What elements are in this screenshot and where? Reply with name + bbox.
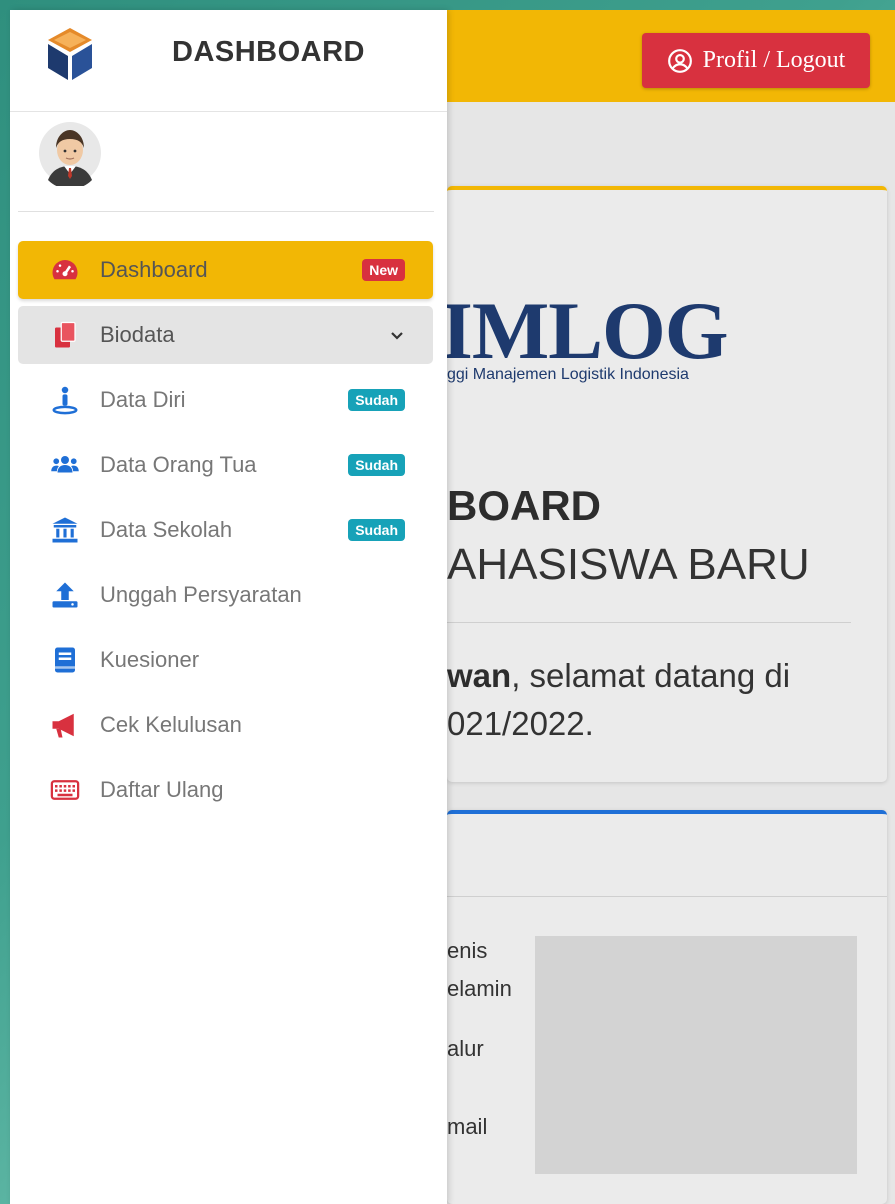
divider	[18, 211, 434, 212]
chevron-down-icon	[391, 332, 403, 340]
info-label: enis	[447, 938, 488, 963]
person-pin-icon	[48, 383, 82, 417]
sidebar-item-label: Data Sekolah	[100, 517, 233, 542]
sidebar-item-label: Kuesioner	[100, 647, 200, 672]
tachometer-icon	[48, 253, 82, 287]
keyboard-icon	[48, 773, 82, 807]
sidebar-item-biodata[interactable]: Biodata	[18, 306, 433, 364]
sidebar-item-label: Dashboard	[100, 257, 208, 282]
divider	[447, 896, 887, 897]
sidebar-item-data-diri[interactable]: Data Diri Sudah	[18, 371, 433, 429]
welcome-message: wan, selamat datang di 021/2022.	[447, 652, 790, 748]
sidebar-item-label: Data Orang Tua	[100, 452, 257, 477]
sidebar-item-label: Daftar Ulang	[100, 777, 224, 802]
users-icon	[48, 448, 82, 482]
status-badge: Sudah	[348, 389, 405, 411]
user-avatar[interactable]	[38, 120, 102, 186]
profile-info-card: enis elamin alur mail	[447, 810, 887, 1204]
welcome-text: , selamat datang di	[511, 657, 791, 694]
photo-placeholder	[535, 936, 857, 1174]
sidebar-item-unggah-persyaratan[interactable]: Unggah Persyaratan	[18, 566, 433, 624]
welcome-year: 021/2022.	[447, 705, 594, 742]
user-circle-icon	[667, 48, 692, 73]
sidebar-menu: Dashboard New Biodata Data Diri Sudah Da…	[18, 241, 433, 826]
copy-icon	[48, 318, 82, 352]
sidebar-item-daftar-ulang[interactable]: Daftar Ulang	[18, 761, 433, 819]
hero-subtitle: AHASISWA BARU	[447, 540, 810, 589]
brand-tagline: ggi Manajemen Logistik Indonesia	[447, 366, 689, 383]
profile-logout-label: Profil / Logout	[702, 47, 846, 73]
status-badge: Sudah	[348, 519, 405, 541]
divider	[447, 622, 851, 623]
welcome-card: IMLOG ggi Manajemen Logistik Indonesia B…	[447, 186, 887, 782]
sidebar-item-label: Biodata	[100, 322, 175, 347]
sidebar-title: DASHBOARD	[172, 36, 365, 68]
status-badge: Sudah	[348, 454, 405, 476]
welcome-name: wan	[447, 657, 512, 694]
book-icon	[48, 643, 82, 677]
sidebar-item-kuesioner[interactable]: Kuesioner	[18, 631, 433, 689]
sidebar: DASHBOARD Dashboard New Biodata Data Dir…	[10, 10, 447, 1204]
info-label: elamin	[447, 976, 512, 1001]
sidebar-item-data-sekolah[interactable]: Data Sekolah Sudah	[18, 501, 433, 559]
new-badge: New	[362, 259, 405, 281]
sidebar-item-cek-kelulusan[interactable]: Cek Kelulusan	[18, 696, 433, 754]
brand-logo-text: IMLOG	[447, 285, 729, 376]
university-icon	[48, 513, 82, 547]
sidebar-item-label: Unggah Persyaratan	[100, 582, 302, 607]
sidebar-item-label: Cek Kelulusan	[100, 712, 242, 737]
upload-icon	[48, 578, 82, 612]
bullhorn-icon	[48, 708, 82, 742]
hero-title: BOARD	[447, 482, 601, 529]
sidebar-header: DASHBOARD	[10, 10, 447, 112]
info-label: alur	[447, 1036, 484, 1061]
profile-logout-button[interactable]: Profil / Logout	[642, 33, 870, 88]
logo-icon[interactable]	[44, 26, 96, 84]
sidebar-item-dashboard[interactable]: Dashboard New	[18, 241, 433, 299]
info-label: mail	[447, 1114, 488, 1139]
sidebar-item-data-orang-tua[interactable]: Data Orang Tua Sudah	[18, 436, 433, 494]
sidebar-item-label: Data Diri	[100, 387, 186, 412]
